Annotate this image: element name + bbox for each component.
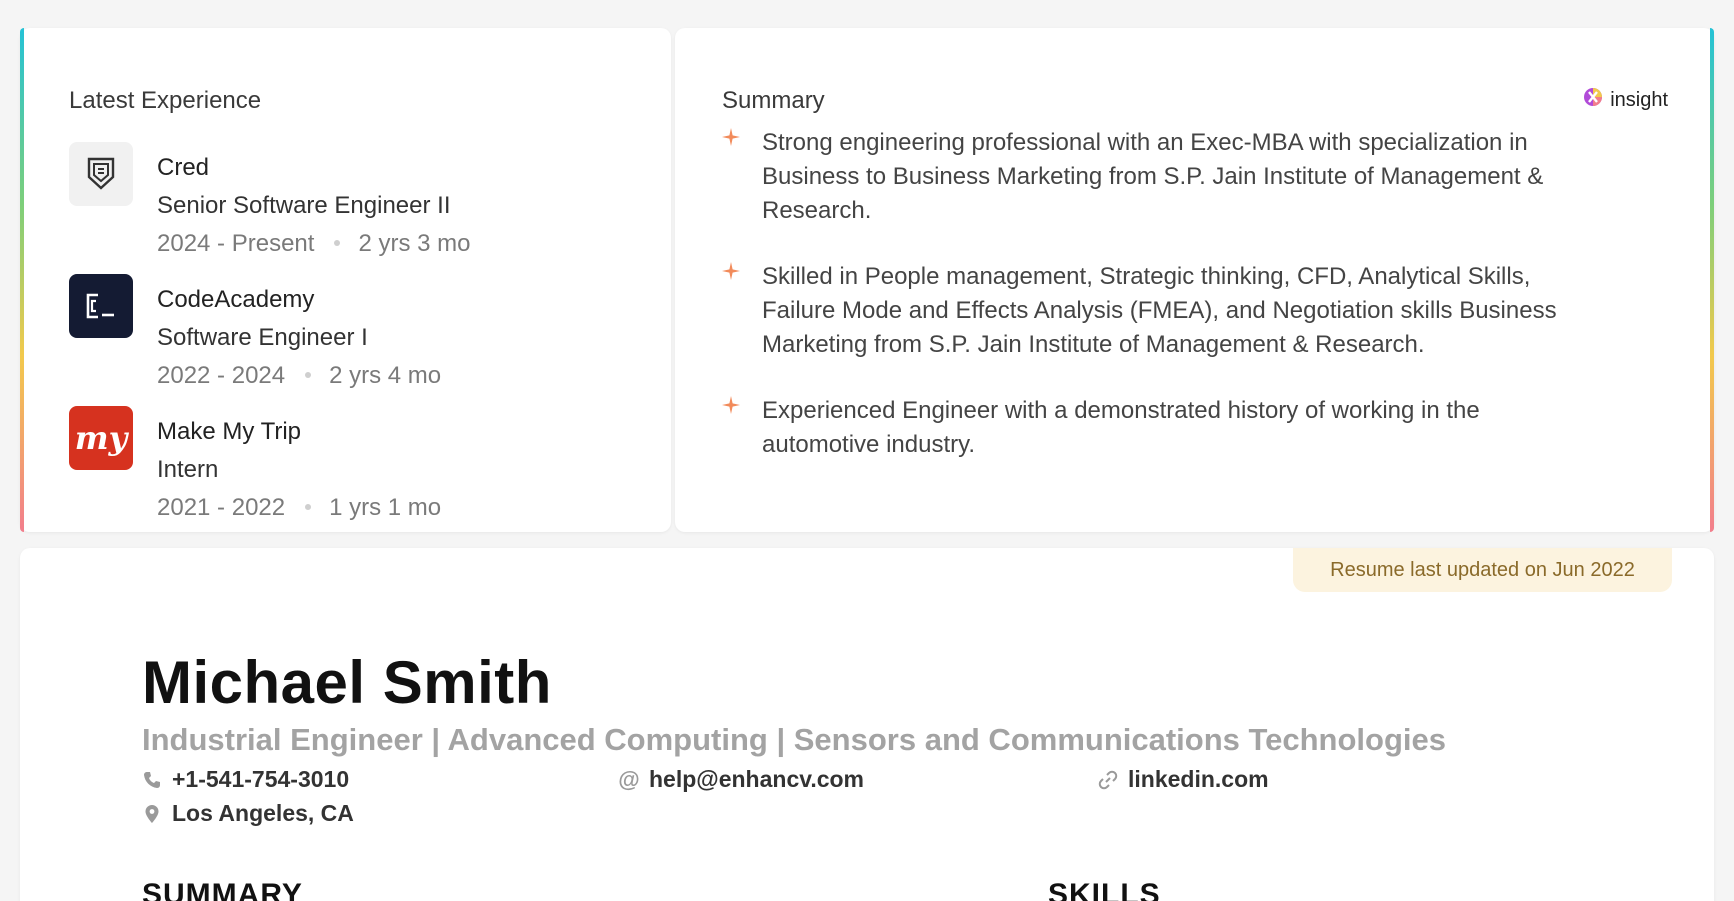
insight-logo-icon — [1582, 86, 1604, 114]
resume-preview[interactable]: Resume last updated on Jun 2022 Michael … — [20, 548, 1714, 901]
resume-section-summary: SUMMARY — [142, 878, 303, 901]
job-role: Senior Software Engineer II — [157, 192, 451, 219]
resume-headline: Industrial Engineer | Advanced Computing… — [142, 722, 1447, 757]
job-role: Intern — [157, 456, 219, 483]
contact-email[interactable]: @ help@enhancv.com — [618, 766, 864, 793]
job-dates: 2024 - Present 2 yrs 3 mo — [157, 230, 470, 258]
insight-brand: insight — [1582, 86, 1668, 114]
job-dates: 2022 - 2024 2 yrs 4 mo — [157, 362, 441, 390]
website-text: linkedin.com — [1128, 766, 1269, 792]
job-duration: 1 yrs 1 mo — [329, 494, 442, 521]
latest-experience-card: Latest Experience Cred Senior Software E… — [20, 28, 671, 532]
resume-section-skills: SKILLS — [1048, 878, 1161, 901]
phone-icon — [142, 770, 162, 790]
job-dates: 2021 - 2022 1 yrs 1 mo — [157, 494, 441, 522]
summary-card: Summary insight Strong engineering profe… — [675, 28, 1714, 532]
gradient-edge — [20, 28, 24, 532]
job-period: 2022 - 2024 — [157, 362, 286, 389]
contact-location: Los Angeles, CA — [142, 800, 354, 827]
summary-bullet-text: Skilled in People management, Strategic … — [762, 263, 1557, 358]
company-name: Make My Trip — [157, 418, 302, 445]
sparkle-icon — [722, 262, 740, 280]
separator-dot — [305, 371, 312, 378]
sparkle-icon — [722, 128, 740, 146]
job-role: Software Engineer I — [157, 324, 368, 351]
insight-label: insight — [1610, 88, 1668, 111]
experience-item-codeacademy[interactable]: CodeAcademy Software Engineer I 2022 - 2… — [69, 274, 629, 394]
separator-dot — [334, 239, 341, 246]
summary-bullet-text: Strong engineering professional with an … — [762, 129, 1544, 224]
experience-title: Latest Experience — [69, 87, 262, 114]
summary-bullet: Experienced Engineer with a demonstrated… — [722, 394, 1602, 462]
experience-item-cred[interactable]: Cred Senior Software Engineer II 2024 - … — [69, 142, 629, 262]
link-icon — [1098, 770, 1118, 790]
separator-dot — [305, 503, 312, 510]
phone-text: +1-541-754-3010 — [172, 766, 350, 792]
location-pin-icon — [142, 804, 162, 824]
company-name: Cred — [157, 154, 210, 181]
experience-item-makemytrip[interactable]: my Make My Trip Intern 2021 - 2022 1 yrs … — [69, 406, 629, 526]
summary-bullet: Strong engineering professional with an … — [722, 126, 1602, 228]
email-text: help@enhancv.com — [649, 766, 864, 792]
job-duration: 2 yrs 3 mo — [358, 230, 471, 257]
makemytrip-logo: my — [69, 406, 133, 470]
resume-updated-badge: Resume last updated on Jun 2022 — [1293, 548, 1672, 592]
contact-website[interactable]: linkedin.com — [1098, 766, 1269, 793]
at-icon: @ — [618, 766, 640, 792]
gradient-edge — [1710, 28, 1714, 532]
company-name: CodeAcademy — [157, 286, 315, 313]
summary-title: Summary — [722, 87, 825, 114]
location-text: Los Angeles, CA — [172, 800, 354, 826]
job-duration: 2 yrs 4 mo — [329, 362, 442, 389]
job-period: 2021 - 2022 — [157, 494, 286, 521]
resume-name: Michael Smith — [142, 649, 552, 716]
contact-phone: +1-541-754-3010 — [142, 766, 349, 793]
sparkle-icon — [722, 396, 740, 414]
summary-bullet: Skilled in People management, Strategic … — [722, 260, 1602, 362]
summary-bullet-text: Experienced Engineer with a demonstrated… — [762, 397, 1480, 458]
cred-logo — [69, 142, 133, 206]
codeacademy-logo — [69, 274, 133, 338]
job-period: 2024 - Present — [157, 230, 315, 257]
